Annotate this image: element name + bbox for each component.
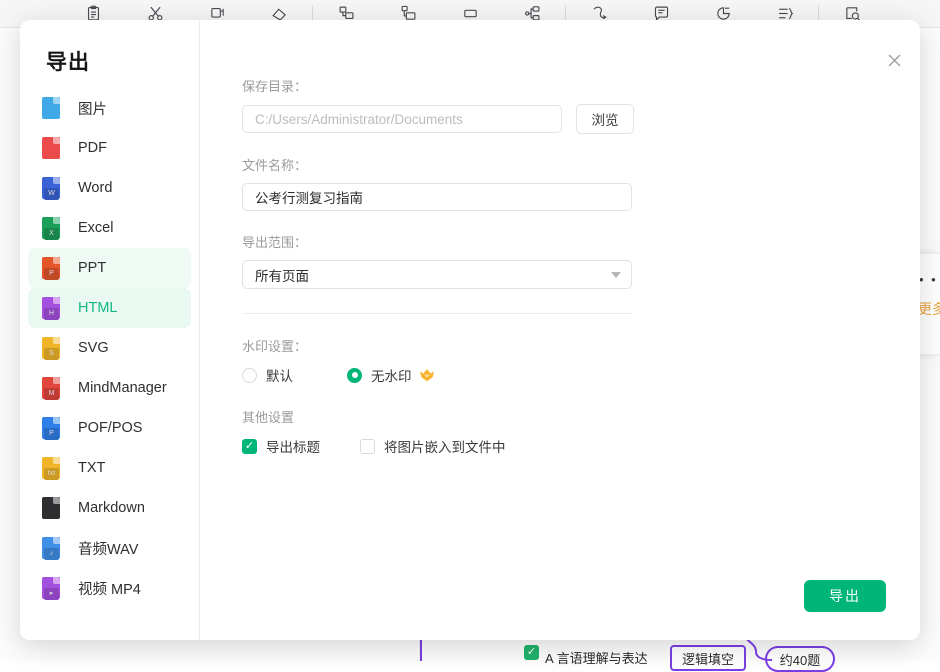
image-file-icon bbox=[42, 95, 64, 121]
mindmap-node-label[interactable]: A 言语理解与表达 bbox=[545, 648, 648, 667]
word-file-icon: W bbox=[42, 175, 64, 201]
export-range-select[interactable]: 所有页面 bbox=[242, 260, 632, 289]
format-item-HTML[interactable]: H HTML bbox=[28, 288, 191, 328]
format-item-label: Excel bbox=[78, 220, 114, 236]
mindmap-node-pill[interactable]: 约40题 bbox=[765, 646, 835, 672]
pdf-file-icon bbox=[42, 135, 64, 161]
excel-file-icon: X bbox=[42, 215, 64, 241]
video-file-icon: ▸ bbox=[42, 575, 64, 601]
format-item-label: Markdown bbox=[78, 500, 145, 516]
markdown-file-icon bbox=[42, 495, 64, 521]
dialog-title: 导出 bbox=[46, 51, 90, 74]
export-dialog: 导出 图片 PDF W Word X Excel P PPT H HTML S SVG M MindMan… bbox=[20, 20, 920, 640]
html-file-icon: H bbox=[42, 295, 64, 321]
format-item-label: 音频WAV bbox=[78, 541, 139, 558]
format-item-label: PDF bbox=[78, 140, 107, 156]
other-settings-row: ✓ 导出标题 将图片嵌入到文件中 bbox=[242, 436, 860, 456]
txt-file-icon: txt bbox=[42, 455, 64, 481]
mindmap-branch-line bbox=[420, 639, 422, 661]
mindmap-node-box[interactable]: 逻辑填空 bbox=[670, 645, 746, 671]
format-item-label: SVG bbox=[78, 340, 109, 356]
other-setting-label: 导出标题 bbox=[266, 440, 320, 455]
other-setting-1[interactable]: 将图片嵌入到文件中 bbox=[360, 436, 506, 456]
format-item-label: 图片 bbox=[78, 101, 107, 118]
format-item-Excel[interactable]: X Excel bbox=[28, 208, 191, 248]
format-list: 图片 PDF W Word X Excel P PPT H HTML S SVG M MindManage… bbox=[20, 88, 199, 608]
watermark-options-row: 默认 无水印 bbox=[242, 365, 860, 385]
pof-file-icon: P bbox=[42, 415, 64, 441]
export-format-sidebar: 导出 图片 PDF W Word X Excel P PPT H HTML S SVG M MindMan… bbox=[20, 20, 200, 640]
watermark-label: 水印设置： bbox=[242, 339, 308, 354]
format-item-label: MindManager bbox=[78, 380, 167, 396]
format-item-label: 视频 MP4 bbox=[78, 581, 141, 598]
format-item-POF/POS[interactable]: P POF/POS bbox=[28, 408, 191, 448]
panel-more-label[interactable]: 更多 bbox=[918, 299, 940, 319]
format-item-Word[interactable]: W Word bbox=[28, 168, 191, 208]
file-name-input[interactable] bbox=[242, 183, 632, 211]
export-settings-panel: 保存目录： 浏览 文件名称： 导出范围： 所有页面 水印设置： 默认 无水印 其他… bbox=[200, 20, 920, 640]
format-item-TXT[interactable]: txt TXT bbox=[28, 448, 191, 488]
watermark-option-0[interactable]: 默认 bbox=[242, 365, 293, 385]
svg-file-icon: S bbox=[42, 335, 64, 361]
format-item-SVG[interactable]: S SVG bbox=[28, 328, 191, 368]
file-name-label: 文件名称： bbox=[242, 158, 308, 173]
radio-button[interactable] bbox=[242, 367, 257, 383]
watermark-option-label: 无水印 bbox=[371, 369, 412, 384]
format-item-Markdown[interactable]: Markdown bbox=[28, 488, 191, 528]
format-item-label: TXT bbox=[78, 460, 106, 476]
save-directory-input[interactable] bbox=[242, 105, 562, 133]
checkbox[interactable]: ✓ bbox=[242, 438, 257, 454]
vip-crown-icon bbox=[419, 368, 435, 382]
watermark-option-1[interactable]: 无水印 bbox=[347, 365, 435, 385]
format-item-图片[interactable]: 图片 bbox=[28, 88, 191, 128]
watermark-option-label: 默认 bbox=[266, 369, 293, 384]
save-directory-label: 保存目录： bbox=[242, 79, 308, 94]
browse-button[interactable]: 浏览 bbox=[576, 104, 634, 134]
export-range-label: 导出范围： bbox=[242, 235, 308, 250]
format-item-PDF[interactable]: PDF bbox=[28, 128, 191, 168]
ppt-file-icon: P bbox=[42, 255, 64, 281]
export-form: 保存目录： 浏览 文件名称： 导出范围： 所有页面 水印设置： 默认 无水印 其他… bbox=[200, 76, 920, 456]
format-item-视频 MP4[interactable]: ▸ 视频 MP4 bbox=[28, 568, 191, 608]
export-button[interactable]: 导出 bbox=[804, 580, 886, 612]
format-item-PPT[interactable]: P PPT bbox=[28, 248, 191, 288]
chevron-down-icon bbox=[611, 271, 621, 278]
format-item-音频WAV[interactable]: ♪ 音频WAV bbox=[28, 528, 191, 568]
format-item-label: HTML bbox=[78, 300, 118, 316]
mindmap-node-checkbox[interactable]: ✓ bbox=[524, 645, 539, 660]
other-setting-label: 将图片嵌入到文件中 bbox=[384, 440, 506, 455]
export-range-value: 所有页面 bbox=[255, 268, 309, 284]
other-setting-0[interactable]: ✓ 导出标题 bbox=[242, 436, 320, 456]
format-item-label: POF/POS bbox=[78, 420, 143, 436]
section-divider bbox=[242, 313, 632, 314]
mindmanager-file-icon: M bbox=[42, 375, 64, 401]
radio-button[interactable] bbox=[347, 367, 362, 383]
panel-dots: • • bbox=[919, 272, 938, 287]
other-settings-label: 其他设置 bbox=[242, 410, 295, 425]
audio-file-icon: ♪ bbox=[42, 535, 64, 561]
format-item-label: Word bbox=[78, 180, 113, 196]
save-directory-row: 浏览 bbox=[242, 104, 860, 134]
format-item-label: PPT bbox=[78, 260, 107, 276]
checkbox[interactable] bbox=[360, 438, 375, 454]
format-item-MindManager[interactable]: M MindManager bbox=[28, 368, 191, 408]
